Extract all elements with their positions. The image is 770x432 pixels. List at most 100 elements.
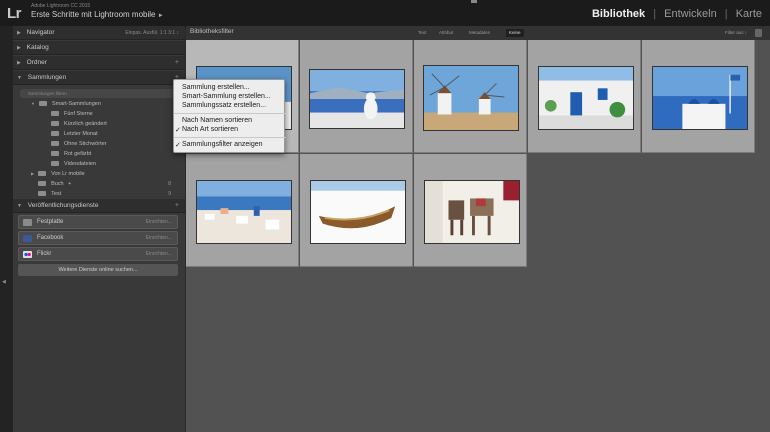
wooden-boat-photo bbox=[311, 181, 405, 243]
collection-letzter-monat[interactable]: Letzter Monat bbox=[51, 129, 181, 139]
add-publish-service-icon[interactable]: + bbox=[175, 199, 179, 213]
photo-thumbnail[interactable] bbox=[310, 180, 406, 244]
catalog-name[interactable]: Erste Schritte mit Lightroom mobile ► bbox=[31, 10, 164, 19]
menu-item-create-collection[interactable]: Sammlung erstellen... bbox=[182, 84, 250, 91]
menu-item-label: Sammlungssatz erstellen... bbox=[182, 102, 267, 109]
collection-rot-gefaerbt[interactable]: Rot gefärbt bbox=[51, 149, 181, 159]
collections-search-input[interactable]: Sammlungen filtern bbox=[20, 89, 178, 98]
catalog-triangle-icon: ▶ bbox=[17, 45, 21, 51]
photo-thumbnail[interactable] bbox=[309, 69, 405, 129]
menu-separator bbox=[174, 113, 286, 114]
menu-separator bbox=[174, 137, 286, 138]
lightroom-logo: Lr bbox=[7, 5, 22, 22]
menu-item-create-collection-set[interactable]: Sammlungssatz erstellen... bbox=[182, 102, 266, 109]
collection-buch[interactable]: ▶Buch + 8 bbox=[31, 179, 181, 189]
publish-service-facebook[interactable]: Facebook Einrichten... bbox=[18, 231, 178, 245]
flickr-dots bbox=[24, 252, 31, 257]
filter-off-dropdown[interactable]: Filter aus ↕ bbox=[722, 29, 750, 37]
publish-service-festplatte[interactable]: Festplatte Einrichten... bbox=[18, 215, 178, 229]
checkmark-icon: ✓ bbox=[175, 142, 181, 149]
collections-context-menu: Sammlung erstellen... Smart-Sammlung ers… bbox=[173, 79, 286, 153]
collection-videodateien[interactable]: Videodateien bbox=[51, 159, 181, 169]
smart-collection-icon bbox=[51, 161, 59, 167]
photo-thumbnail[interactable] bbox=[196, 180, 292, 244]
expand-triangle-icon: ▼ bbox=[31, 101, 35, 106]
left-panel-edge[interactable]: ◀ bbox=[0, 26, 13, 432]
collection-ohne-stichwoerter[interactable]: Ohne Stichwörter 1 bbox=[51, 139, 181, 149]
collection-label: Buch bbox=[51, 181, 64, 187]
navigator-label: Navigator bbox=[26, 29, 55, 36]
filter-text-button[interactable]: Text bbox=[415, 29, 429, 37]
photo-thumbnail[interactable] bbox=[652, 66, 748, 130]
filter-metadata-button[interactable]: Metadaten bbox=[466, 29, 493, 37]
module-entwickeln[interactable]: Entwickeln bbox=[664, 8, 717, 20]
library-filter-bar: Bibliotheksfilter Text Attribut Metadate… bbox=[186, 26, 770, 40]
hard-drive-icon bbox=[23, 219, 32, 226]
grid-cell[interactable] bbox=[414, 40, 527, 153]
publish-services-header[interactable]: ▼ Veröffentlichungsdienste + bbox=[13, 199, 185, 213]
menu-item-sort-by-name[interactable]: Nach Namen sortieren bbox=[182, 117, 252, 124]
menu-item-label: Nach Namen sortieren bbox=[182, 117, 253, 124]
collection-count: 8 bbox=[168, 181, 171, 187]
collections-header[interactable]: ▼ Sammlungen + bbox=[13, 71, 185, 85]
menu-item-label: Nach Art sortieren bbox=[182, 126, 239, 133]
module-karte[interactable]: Karte bbox=[736, 8, 762, 20]
folders-label: Ordner bbox=[26, 59, 47, 66]
collection-label: Videodateien bbox=[64, 161, 97, 167]
photo-thumbnail[interactable] bbox=[538, 66, 634, 130]
collections-label: Sammlungen bbox=[27, 74, 67, 81]
grid-cell[interactable] bbox=[642, 40, 755, 153]
filter-attribute-button[interactable]: Attribut bbox=[436, 29, 456, 37]
find-more-services-button[interactable]: Weitere Dienste online suchen... bbox=[18, 264, 178, 276]
lock-icon[interactable] bbox=[755, 29, 762, 37]
add-folder-icon[interactable]: + bbox=[175, 56, 179, 70]
photo-thumbnail[interactable] bbox=[423, 65, 519, 131]
collection-set-lr-mobile[interactable]: ▶ Von Lr mobile bbox=[31, 169, 85, 179]
expand-triangle-icon: ▶ bbox=[31, 171, 35, 176]
navigator-zoom-options[interactable]: Einpas. Ausfül. 1:1 3:1 ↕ bbox=[125, 26, 179, 40]
grid-cell[interactable] bbox=[528, 40, 641, 153]
oia-village-photo bbox=[197, 181, 291, 243]
photo-thumbnail[interactable] bbox=[424, 180, 520, 244]
navigator-header[interactable]: ▶ Navigator Einpas. Ausfül. 1:1 3:1 ↕ bbox=[13, 26, 185, 40]
grid-cell[interactable] bbox=[300, 154, 413, 267]
module-bibliothek[interactable]: Bibliothek bbox=[592, 8, 645, 20]
setup-link[interactable]: Einrichten... bbox=[146, 216, 172, 229]
collection-label: Rot gefärbt bbox=[64, 151, 92, 157]
collection-test[interactable]: ▶Test 9 bbox=[31, 189, 181, 199]
collapse-left-panel-icon[interactable]: ◀ bbox=[2, 279, 6, 285]
app-name: Adobe Lightroom CC 2015 bbox=[31, 3, 91, 9]
top-panel-arrow-icon[interactable] bbox=[471, 0, 477, 3]
windmills-photo bbox=[424, 66, 518, 130]
grid-cell[interactable] bbox=[414, 154, 527, 267]
module-separator: | bbox=[653, 8, 657, 20]
menu-item-create-smart-collection[interactable]: Smart-Sammlung erstellen... bbox=[182, 93, 271, 100]
grid-cell[interactable] bbox=[300, 40, 413, 153]
catalog-label: Katalog bbox=[26, 44, 49, 51]
menu-item-label: Sammlung erstellen... bbox=[182, 84, 250, 91]
smart-collection-icon bbox=[51, 121, 59, 127]
white-house-blue-door-photo bbox=[539, 67, 633, 129]
collection-kuerzlich-geaendert[interactable]: Kürzlich geändert bbox=[51, 119, 181, 129]
flickr-icon bbox=[23, 251, 32, 258]
collection-set-smart[interactable]: ▼ Smart-Sammlungen bbox=[31, 99, 101, 109]
module-picker: Bibliothek | Entwickeln | Karte bbox=[592, 8, 762, 20]
collection-fuenf-sterne[interactable]: Fünf Sterne bbox=[51, 109, 181, 119]
folders-header[interactable]: ▶ Ordner + bbox=[13, 56, 185, 70]
menu-item-sort-by-type[interactable]: ✓ Nach Art sortieren bbox=[175, 126, 239, 134]
filter-none-button[interactable]: Keine bbox=[506, 29, 524, 37]
facebook-icon bbox=[23, 235, 32, 242]
menu-item-label: Smart-Sammlung erstellen... bbox=[182, 93, 271, 100]
white-cat-sea-photo bbox=[310, 70, 404, 128]
collection-icon bbox=[38, 181, 47, 187]
smart-collection-icon bbox=[51, 111, 59, 117]
menu-item-show-collection-filter[interactable]: ✓ Sammlungsfilter anzeigen bbox=[175, 141, 263, 149]
catalog-header[interactable]: ▶ Katalog bbox=[13, 41, 185, 55]
top-bar: Lr Adobe Lightroom CC 2015 Erste Schritt… bbox=[0, 0, 770, 28]
setup-link[interactable]: Einrichten... bbox=[146, 232, 172, 245]
publish-service-flickr[interactable]: Flickr Einrichten... bbox=[18, 247, 178, 261]
collection-count: 9 bbox=[168, 191, 171, 197]
library-filter-title: Bibliotheksfilter bbox=[190, 28, 234, 35]
setup-link[interactable]: Einrichten... bbox=[146, 248, 172, 261]
grid-cell[interactable] bbox=[186, 154, 299, 267]
